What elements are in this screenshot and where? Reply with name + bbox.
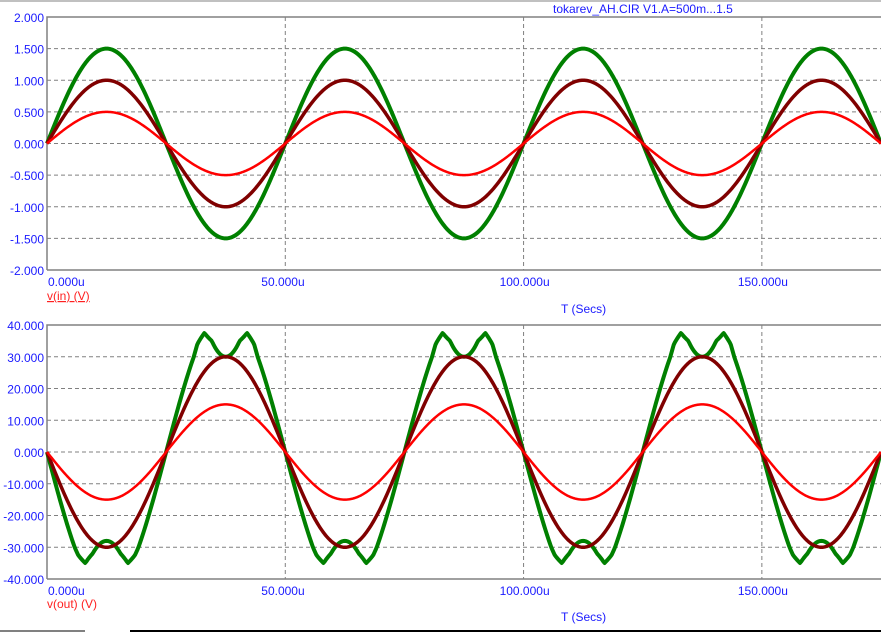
y-tick-label: -20.000 <box>3 510 44 524</box>
xlabel-top: T (Secs) <box>561 302 606 316</box>
x-tick-label: 0.000u <box>48 584 85 598</box>
y-tick-label: 1.500 <box>14 43 44 57</box>
y-tick-label: 0.000 <box>14 446 44 460</box>
chart-title: tokarev_AH.CIR V1.A=500m...1.5 <box>553 2 733 16</box>
x-tick-label: 0.000u <box>48 275 85 289</box>
y-tick-label: -1.000 <box>10 201 44 215</box>
y-tick-label: 0.500 <box>14 106 44 120</box>
y-tick-label: -40.000 <box>3 573 44 587</box>
x-tick-label: 50.000u <box>261 584 304 598</box>
y-tick-label: 40.000 <box>7 319 44 333</box>
y-tick-label: 20.000 <box>7 383 44 397</box>
y-tick-label: -30.000 <box>3 541 44 555</box>
x-tick-label: 50.000u <box>261 275 304 289</box>
y-tick-label: -1.500 <box>10 232 44 246</box>
y-tick-label: -0.500 <box>10 169 44 183</box>
y-tick-label: 30.000 <box>7 351 44 365</box>
legend-vout[interactable]: v(out) (V) <box>47 597 97 611</box>
x-tick-label: 100.000u <box>500 584 550 598</box>
y-tick-label: 2.000 <box>14 11 44 25</box>
y-tick-label: 0.000 <box>14 138 44 152</box>
plot-vin: 2.000 1.500 1.000 0.500 0.000 -0.500 -1.000 -1.… <box>10 11 881 289</box>
x-tick-label: 100.000u <box>500 275 550 289</box>
x-tick-label: 150.000u <box>738 275 788 289</box>
y-tick-label: -2.000 <box>10 264 44 278</box>
plot-vout: 40.000 30.000 20.000 10.000 0.000 -10.000 -20.… <box>3 319 881 598</box>
xlabel-bottom: T (Secs) <box>561 610 606 624</box>
legend-vin[interactable]: v(in) (V) <box>47 289 90 303</box>
transient-analysis-chart: tokarev_AH.CIR V1.A=500m...1.5 2.000 1.50… <box>0 0 881 632</box>
y-tick-label: 10.000 <box>7 414 44 428</box>
y-tick-label: -10.000 <box>3 478 44 492</box>
x-tick-label: 150.000u <box>738 584 788 598</box>
series-line-v1-a-1-5 <box>45 331 881 565</box>
y-tick-label: 1.000 <box>14 74 44 88</box>
